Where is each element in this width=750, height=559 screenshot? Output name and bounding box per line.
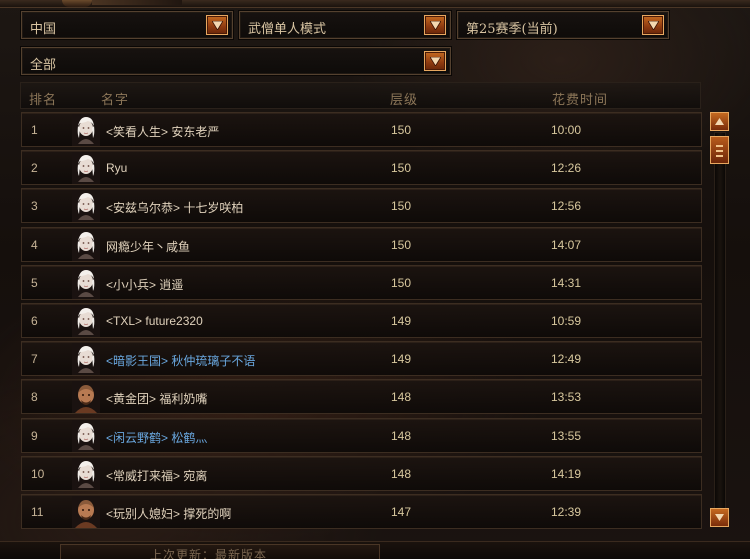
female-monk-portrait-icon — [72, 190, 100, 222]
scroll-down-button[interactable] — [710, 508, 729, 527]
row-level: 147 — [391, 505, 412, 519]
arrow-down-icon — [715, 514, 724, 521]
row-player-name[interactable]: <常威打来福> 宛离 — [106, 467, 207, 484]
row-player-name[interactable]: <笑看人生> 安东老严 — [106, 123, 219, 140]
row-level: 150 — [391, 276, 412, 290]
last-updated-label: 上次更新：最新版本 — [150, 548, 268, 559]
leaderboard-row[interactable]: 1 <笑看人生> 安东老严 150 10:00 — [21, 112, 702, 147]
row-level: 149 — [391, 352, 412, 366]
scope-dropdown[interactable]: 全部 — [21, 47, 451, 75]
row-rank: 1 — [31, 123, 38, 137]
row-rank: 6 — [31, 314, 38, 328]
row-level: 150 — [391, 238, 412, 252]
row-player-name[interactable]: 网瘾少年丶咸鱼 — [106, 238, 190, 255]
region-dropdown[interactable]: 中国 — [21, 11, 233, 39]
row-rank: 10 — [31, 467, 45, 481]
scrollbar-track[interactable] — [714, 132, 726, 510]
scrollbar-thumb[interactable] — [710, 136, 729, 164]
mode-dropdown[interactable]: 武僧单人模式 — [239, 11, 451, 39]
row-level: 148 — [391, 390, 412, 404]
row-time: 12:49 — [551, 352, 582, 366]
leaderboard-row[interactable]: 10 <常威打来福> 宛离 148 14:19 — [21, 456, 702, 491]
leaderboard-scrollbar[interactable] — [709, 112, 731, 530]
row-player-name[interactable]: <暗影王国> 秋仲琉璃子不语 — [106, 352, 255, 369]
row-player-name[interactable]: <玩别人媳妇> 撑死的啊 — [106, 505, 231, 522]
row-player-name[interactable]: <闲云野鹤> 松鹤灬 — [106, 429, 207, 446]
row-level: 150 — [391, 123, 412, 137]
row-level: 148 — [391, 429, 412, 443]
row-rank: 2 — [31, 161, 38, 175]
row-player-name[interactable]: <TXL> future2320 — [106, 314, 203, 328]
chevron-down-icon[interactable] — [424, 15, 446, 35]
region-dropdown-value: 中国 — [30, 22, 57, 37]
row-level: 150 — [391, 199, 412, 213]
column-header-name[interactable]: 名字 — [101, 89, 129, 108]
row-rank: 11 — [31, 505, 44, 519]
row-time: 12:26 — [551, 161, 582, 175]
female-monk-portrait-icon — [72, 305, 100, 337]
female-monk-portrait-icon — [72, 229, 100, 261]
row-rank: 7 — [31, 352, 38, 366]
female-monk-portrait-icon — [72, 458, 100, 490]
column-header-time[interactable]: 花费时间 — [552, 89, 608, 108]
frame-ornament — [62, 0, 92, 7]
row-time: 12:39 — [551, 505, 582, 519]
row-time: 10:00 — [551, 123, 582, 137]
row-player-name[interactable]: <安兹乌尔恭> 十七岁咲柏 — [106, 199, 243, 216]
female-monk-portrait-icon — [72, 152, 100, 184]
row-rank: 8 — [31, 390, 38, 404]
row-level: 150 — [391, 161, 412, 175]
leaderboard-row[interactable]: 2 Ryu 150 12:26 — [21, 150, 702, 185]
leaderboard-row[interactable]: 9 <闲云野鹤> 松鹤灬 148 13:55 — [21, 418, 702, 453]
column-header-level[interactable]: 层级 — [390, 89, 418, 108]
leaderboard-row[interactable]: 11 <玩别人媳妇> 撑死的啊 147 12:39 — [21, 494, 702, 529]
row-level: 149 — [391, 314, 412, 328]
season-dropdown[interactable]: 第25赛季(当前) — [457, 11, 669, 39]
leaderboard-row[interactable]: 7 <暗影王国> 秋仲琉璃子不语 149 12:49 — [21, 341, 702, 376]
row-rank: 4 — [31, 238, 38, 252]
leaderboard-row[interactable]: 3 <安兹乌尔恭> 十七岁咲柏 150 12:56 — [21, 188, 702, 223]
leaderboard-row[interactable]: 8 <黄金团> 福利奶嘴 148 13:53 — [21, 379, 702, 414]
scope-dropdown-value: 全部 — [30, 58, 57, 73]
season-dropdown-value: 第25赛季(当前) — [466, 22, 558, 37]
row-time: 14:07 — [551, 238, 582, 252]
arrow-up-icon — [715, 118, 724, 125]
female-monk-portrait-icon — [72, 267, 100, 299]
male-monk-portrait-icon — [72, 381, 100, 413]
leaderboard-row[interactable]: 6 <TXL> future2320 149 10:59 — [21, 303, 702, 338]
row-rank: 3 — [31, 199, 38, 213]
row-time: 14:19 — [551, 467, 582, 481]
chevron-down-icon[interactable] — [424, 51, 446, 71]
female-monk-portrait-icon — [72, 420, 100, 452]
female-monk-portrait-icon — [72, 114, 100, 146]
row-time: 12:56 — [551, 199, 582, 213]
row-rank: 9 — [31, 429, 38, 443]
row-time: 13:53 — [551, 390, 582, 404]
row-rank: 5 — [31, 276, 38, 290]
row-player-name[interactable]: <小小兵> 逍遥 — [106, 276, 183, 293]
row-time: 14:31 — [551, 276, 582, 290]
leaderboard-row[interactable]: 4 网瘾少年丶咸鱼 150 14:07 — [21, 227, 702, 262]
male-monk-portrait-icon — [72, 496, 100, 528]
row-player-name[interactable]: Ryu — [106, 161, 127, 175]
mode-dropdown-value: 武僧单人模式 — [248, 22, 327, 37]
scroll-up-button[interactable] — [710, 112, 729, 131]
chevron-down-icon[interactable] — [642, 15, 664, 35]
leaderboard-header: 排名 名字 层级 花费时间 — [20, 82, 701, 109]
column-header-rank[interactable]: 排名 — [29, 89, 57, 108]
row-time: 10:59 — [551, 314, 582, 328]
row-level: 148 — [391, 467, 412, 481]
frame-ornament-bar — [92, 0, 182, 5]
leaderboard-row[interactable]: 5 <小小兵> 逍遥 150 14:31 — [21, 265, 702, 300]
chevron-down-icon[interactable] — [206, 15, 228, 35]
female-monk-portrait-icon — [72, 343, 100, 375]
row-player-name[interactable]: <黄金团> 福利奶嘴 — [106, 390, 207, 407]
row-time: 13:55 — [551, 429, 582, 443]
